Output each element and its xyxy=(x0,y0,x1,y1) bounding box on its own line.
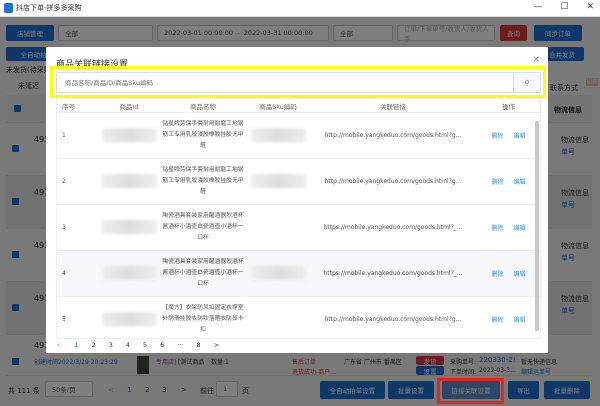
edit-link[interactable]: 编辑 xyxy=(514,133,526,140)
table-row: 3 陶瓷酒具套装家用醒酒器烈酒杯酱酒杯小酒壶白瓷酒壶小酒杯一口杯 https://m… xyxy=(57,205,540,251)
col-no: 序号 xyxy=(62,102,75,111)
linked-url: http://mobile.yangkeduo.com/goods.html?g… xyxy=(324,316,462,323)
product-id-blurred xyxy=(101,265,157,280)
product-name: 钻星牌劳保手套耐用耐磨工地钢筋工专用乳胶浸胶橡胶挂胶无甲醛 xyxy=(162,121,244,149)
product-search-input[interactable] xyxy=(57,73,513,92)
search-box: ⚲ xyxy=(56,72,541,93)
edit-link[interactable]: 编辑 xyxy=(514,179,526,186)
page-3[interactable]: 3 xyxy=(109,341,113,349)
page-1[interactable]: 1 xyxy=(74,341,78,349)
product-id-blurred xyxy=(101,219,157,234)
dialog-pagination: < 1 2 3 4 5 6 ··· 8 > xyxy=(56,341,219,349)
link-settings-dialog: 商品关联链接设置 ✕ ⚲ 序号 商品Id 商品名称 商品Sku编码 关联链接 操… xyxy=(46,47,548,353)
product-id-blurred xyxy=(101,311,157,326)
table-header: 序号 商品Id 商品名称 商品Sku编码 关联链接 操作 xyxy=(57,99,540,113)
row-no: 2 xyxy=(62,178,66,185)
row-no: 4 xyxy=(62,270,66,277)
prev-page[interactable]: < xyxy=(56,341,61,349)
col-product-name: 商品名称 xyxy=(190,102,216,111)
product-id-blurred xyxy=(101,173,157,188)
linked-url: http://mobile.yangkeduo.com/goods.html?g… xyxy=(324,132,462,139)
row-no: 3 xyxy=(62,224,66,231)
product-name: 【魔方】衣架防风扣固定衣撑室外防滑挂胶衣防吹落晒衣防掉卡扣 xyxy=(162,305,244,333)
delete-link[interactable]: 删除 xyxy=(491,179,503,186)
sku-blurred xyxy=(250,265,306,280)
highlight-box-red xyxy=(437,378,504,404)
app-logo-icon xyxy=(4,3,13,13)
table-row: 5 【魔方】衣架防风扣固定衣撑室外防滑挂胶衣防吹落晒衣防掉卡扣 http://mob… xyxy=(57,297,540,338)
close-button[interactable]: ✕ xyxy=(586,2,594,12)
row-no: 1 xyxy=(62,132,66,139)
links-table: 序号 商品Id 商品名称 商品Sku编码 关联链接 操作 1 钻星牌劳保手套耐用耐… xyxy=(56,98,541,339)
row-no: 5 xyxy=(62,316,66,323)
delete-link[interactable]: 删除 xyxy=(491,271,503,278)
close-icon[interactable]: ✕ xyxy=(532,55,540,65)
linked-url: https://mobile.yangkeduo.com/goods.html?… xyxy=(323,270,463,277)
table-scrollbar[interactable] xyxy=(535,121,539,331)
delete-link[interactable]: 删除 xyxy=(491,133,503,140)
edit-link[interactable]: 编辑 xyxy=(514,271,526,278)
product-name: 陶瓷酒具套装家用醒酒器烈酒杯酱酒杯小酒壶白瓷酒壶小酒杯一口杯 xyxy=(162,259,244,287)
delete-link[interactable]: 删除 xyxy=(491,225,503,232)
table-row: 4 陶瓷酒具套装家用醒酒器烈酒杯酱酒杯小酒壶白瓷酒壶小酒杯一口杯 https://m… xyxy=(57,251,540,297)
product-id-blurred xyxy=(101,127,157,142)
sku-blurred xyxy=(250,173,306,188)
page-2[interactable]: 2 xyxy=(92,341,96,349)
title-bar: 抖店下单-拼多多采购 — ☐ ✕ xyxy=(0,0,600,17)
maximize-button[interactable]: ☐ xyxy=(560,2,568,12)
page-ellipsis[interactable]: ··· xyxy=(177,341,183,349)
col-product-id: 商品Id xyxy=(119,102,139,111)
page-6[interactable]: 6 xyxy=(160,341,164,349)
minimize-button[interactable]: — xyxy=(533,2,542,12)
col-link: 关联链接 xyxy=(380,102,406,111)
table-row: 1 钻星牌劳保手套耐用耐磨工地钢筋工专用乳胶浸胶橡胶挂胶无甲醛 http://mob… xyxy=(57,113,540,159)
page-5[interactable]: 5 xyxy=(143,341,147,349)
edit-link[interactable]: 编辑 xyxy=(514,225,526,232)
delete-link[interactable]: 删除 xyxy=(491,317,503,324)
edit-link[interactable]: 编辑 xyxy=(514,317,526,324)
sku-blurred xyxy=(250,127,306,142)
table-row: 2 钻星牌劳保手套耐用耐磨工地钢筋工专用乳胶浸胶橡胶挂胶无甲醛 http://mob… xyxy=(57,159,540,205)
product-name: 钻星牌劳保手套耐用耐磨工地钢筋工专用乳胶浸胶橡胶挂胶无甲醛 xyxy=(162,167,244,195)
product-name: 陶瓷酒具套装家用醒酒器烈酒杯酱酒杯小酒壶白瓷酒壶小酒杯一口杯 xyxy=(162,213,244,241)
page-8[interactable]: 8 xyxy=(197,341,201,349)
linked-url: https://mobile.yangkeduo.com/goods.html?… xyxy=(323,224,463,231)
next-page[interactable]: > xyxy=(214,341,219,349)
col-sku: 商品Sku编码 xyxy=(259,102,297,111)
linked-url: http://mobile.yangkeduo.com/goods.html?g… xyxy=(324,178,462,185)
col-actions: 操作 xyxy=(502,102,515,111)
window-title: 抖店下单-拼多多采购 xyxy=(16,4,82,12)
search-icon[interactable]: ⚲ xyxy=(513,73,540,92)
page-4[interactable]: 4 xyxy=(126,341,130,349)
